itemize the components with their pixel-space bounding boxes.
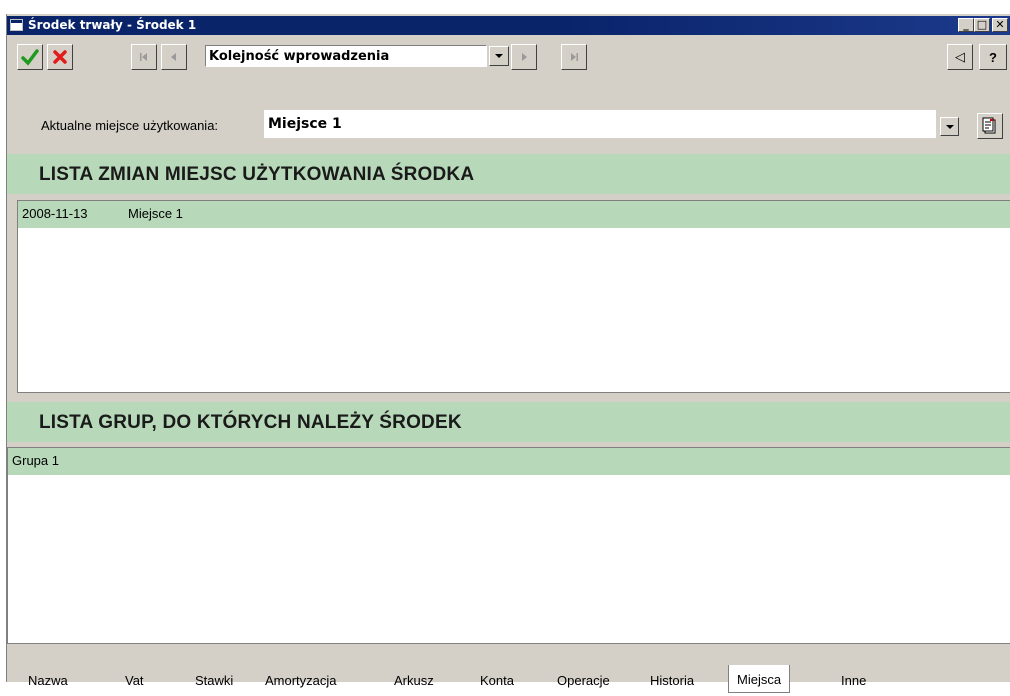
location-dropdown-button[interactable] xyxy=(940,117,959,136)
close-button[interactable]: ✕ xyxy=(992,18,1008,32)
groups-list[interactable]: Grupa 1 xyxy=(7,447,1010,644)
groups-section-title: LISTA GRUP, DO KTÓRYCH NALEŻY ŚRODEK xyxy=(39,412,462,433)
window-title: Środek trwały - Środek 1 xyxy=(28,18,197,32)
tab-operacje[interactable]: Operacje xyxy=(557,673,610,688)
list-item[interactable]: Grupa 1 xyxy=(8,448,1010,475)
document-icon xyxy=(982,117,996,134)
tab-inne[interactable]: Inne xyxy=(841,673,866,688)
next-icon xyxy=(522,53,527,61)
chevron-down-icon xyxy=(945,124,954,129)
maximize-button[interactable]: □ xyxy=(974,18,990,32)
accept-button[interactable] xyxy=(17,44,43,70)
location-value: Miejsce 1 xyxy=(268,116,342,132)
group-name: Grupa 1 xyxy=(12,453,59,468)
list-item[interactable]: 2008-11-13 Miejsce 1 xyxy=(18,201,1010,228)
record-order-value: Kolejność wprowadzenia xyxy=(209,49,390,64)
order-dropdown-button[interactable] xyxy=(489,46,509,66)
changes-section-header: LISTA ZMIAN MIEJSC UŻYTKOWANIA ŚRODKA xyxy=(7,154,1010,194)
changes-list[interactable]: 2008-11-13 Miejsce 1 xyxy=(17,200,1010,393)
help-button[interactable]: ? xyxy=(979,44,1007,70)
change-place: Miejsce 1 xyxy=(128,206,183,221)
previous-record-button[interactable] xyxy=(161,44,187,70)
first-icon xyxy=(140,53,147,61)
change-date: 2008-11-13 xyxy=(22,206,88,221)
first-record-button[interactable] xyxy=(131,44,157,70)
tab-stawki[interactable]: Stawki xyxy=(195,673,233,688)
location-details-button[interactable] xyxy=(977,113,1003,139)
title-bar[interactable]: Środek trwały - Środek 1 _ □ ✕ xyxy=(7,16,1010,35)
app-window-icon xyxy=(10,19,23,31)
changes-section-title: LISTA ZMIAN MIEJSC UŻYTKOWANIA ŚRODKA xyxy=(39,164,475,185)
last-icon xyxy=(571,53,578,61)
tab-bar: Nazwa Vat Stawki Amortyzacja Arkusz Kont… xyxy=(7,663,1010,696)
minimize-button[interactable]: _ xyxy=(958,18,974,32)
location-field[interactable]: Miejsce 1 xyxy=(264,110,936,138)
tab-konta[interactable]: Konta xyxy=(480,673,514,688)
groups-section-header: LISTA GRUP, DO KTÓRYCH NALEŻY ŚRODEK xyxy=(7,402,1010,442)
tab-arkusz[interactable]: Arkusz xyxy=(394,673,434,688)
location-label: Aktualne miejsce użytkowania: xyxy=(41,118,219,133)
next-record-button[interactable] xyxy=(511,44,537,70)
tab-nazwa[interactable]: Nazwa xyxy=(28,673,68,688)
chevron-down-icon xyxy=(495,54,503,58)
tab-historia[interactable]: Historia xyxy=(650,673,694,688)
tab-vat[interactable]: Vat xyxy=(125,673,144,688)
check-icon xyxy=(21,49,39,66)
window: Środek trwały - Środek 1 _ □ ✕ Kolejność… xyxy=(6,14,1010,693)
last-record-button[interactable] xyxy=(561,44,587,70)
cancel-button[interactable] xyxy=(47,44,73,70)
prev-icon xyxy=(171,53,176,61)
record-order-combo[interactable]: Kolejność wprowadzenia xyxy=(205,45,487,67)
collapse-button[interactable]: ◁ xyxy=(947,44,973,70)
tab-amortyzacja[interactable]: Amortyzacja xyxy=(265,673,337,688)
toolbar: Kolejność wprowadzenia ◁ ? xyxy=(7,36,1010,76)
tab-miejsca[interactable]: Miejsca xyxy=(728,665,791,693)
x-icon xyxy=(53,50,67,64)
